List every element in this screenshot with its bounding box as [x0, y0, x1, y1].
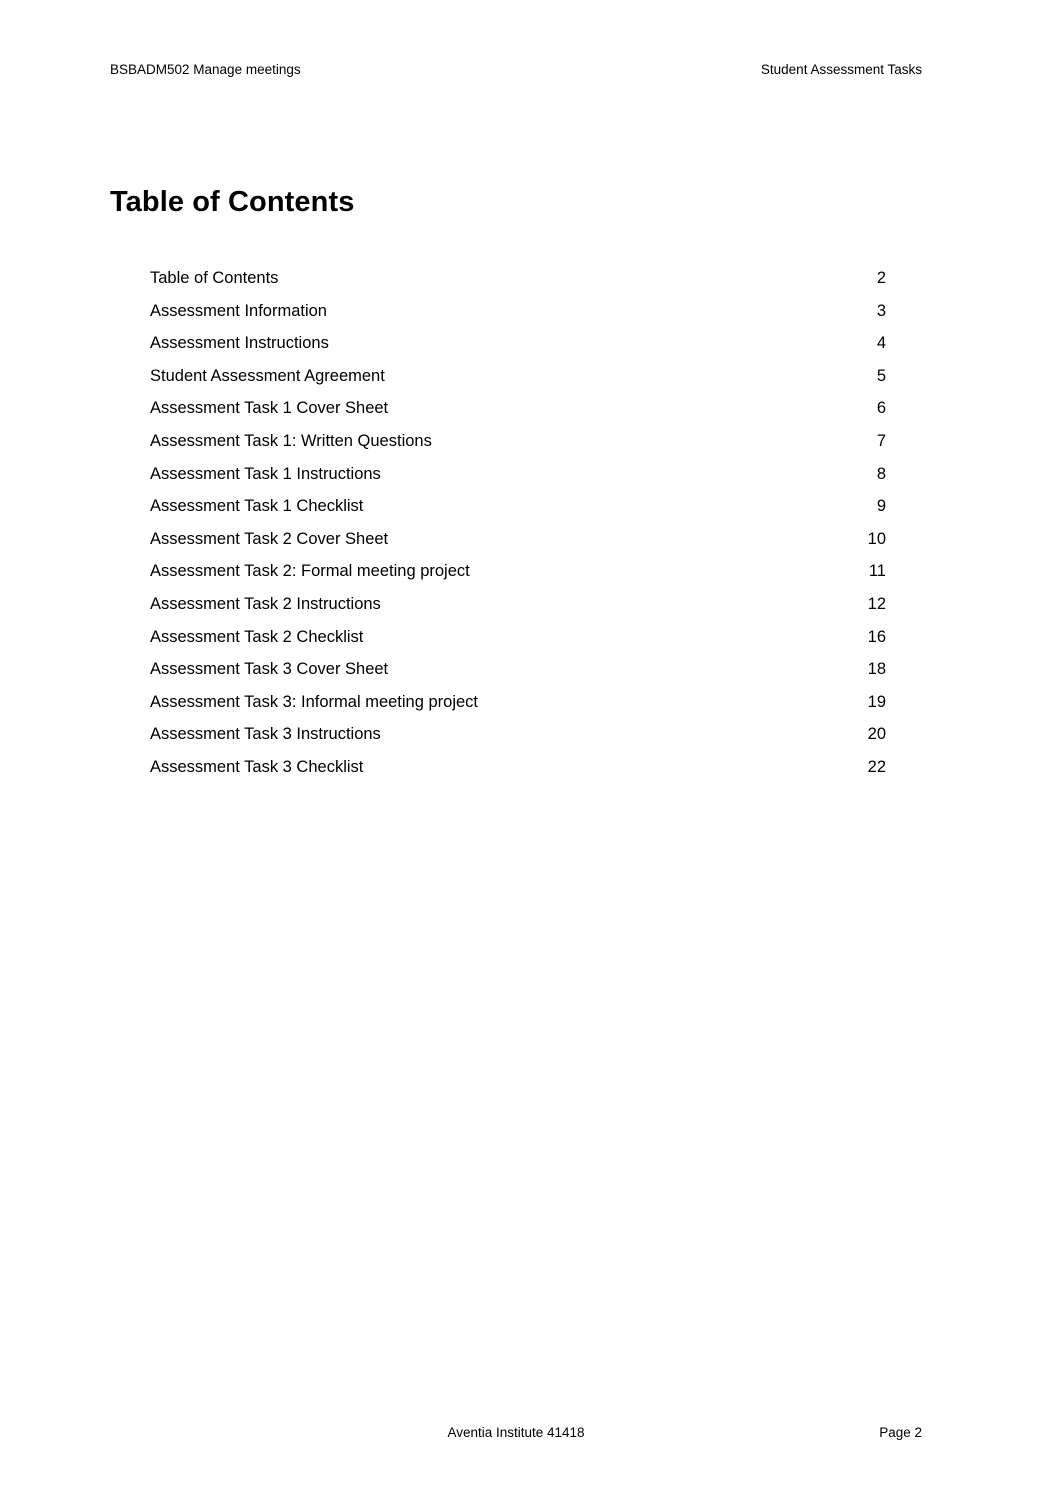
- toc-entry-title: Assessment Task 2 Instructions: [150, 594, 381, 613]
- toc-entry-page-number: 16: [867, 627, 886, 646]
- toc-entry-title: Assessment Task 3 Instructions: [150, 725, 381, 744]
- toc-entry-page-number: 7: [876, 431, 886, 450]
- toc-entry-title: Assessment Task 2 Checklist: [150, 627, 364, 646]
- page-title: Table of Contents: [110, 186, 355, 219]
- toc-entry-title: Assessment Task 1 Checklist: [150, 497, 364, 516]
- toc-entry-title: Assessment Information: [150, 301, 327, 320]
- toc-entry-title: Assessment Task 1 Cover Sheet: [150, 399, 389, 418]
- toc-entry[interactable]: Assessment Task 3: Informal meeting proj…: [150, 686, 886, 719]
- toc-entry-page-number: 9: [876, 497, 886, 516]
- toc-entry[interactable]: Assessment Task 1 Instructions 8: [150, 458, 886, 491]
- footer-institute: Aventia Institute 41418: [447, 1425, 585, 1440]
- toc-entry-page-number: 22: [867, 757, 886, 776]
- document-footer: Aventia Institute 41418 Page 2: [110, 1424, 922, 1442]
- toc-entry-title: Assessment Task 1 Instructions: [150, 464, 381, 483]
- toc-entry-title: Assessment Task 3 Cover Sheet: [150, 660, 389, 679]
- toc-entry-page-number: 4: [876, 334, 886, 353]
- toc-entry-title: Student Assessment Agreement: [150, 366, 385, 385]
- toc-entry[interactable]: Assessment Task 3 Checklist 22: [150, 751, 886, 784]
- toc-entry-title: Assessment Task 3 Checklist: [150, 757, 364, 776]
- footer-page-number: Page 2: [879, 1425, 922, 1440]
- toc-entry-title: Assessment Instructions: [150, 334, 329, 353]
- toc-entry-title: Assessment Task 3: Informal meeting proj…: [150, 692, 479, 711]
- toc-entry-page-number: 11: [868, 562, 886, 581]
- header-unit-code: BSBADM502 Manage meetings: [110, 62, 301, 77]
- toc-entry-page-number: 5: [876, 366, 886, 385]
- toc-entry-page-number: 10: [867, 529, 886, 548]
- toc-entry-page-number: 2: [876, 269, 886, 287]
- toc-entry-title: Assessment Task 2: Formal meeting projec…: [150, 562, 470, 581]
- toc-entry[interactable]: Assessment Task 2: Formal meeting projec…: [150, 555, 886, 588]
- toc-entry[interactable]: Assessment Task 2 Instructions 12: [150, 588, 886, 621]
- toc-entry-title: Assessment Task 1: Written Questions: [150, 431, 432, 450]
- toc-entry[interactable]: Table of Contents 2: [150, 262, 886, 295]
- toc-entry[interactable]: Assessment Information 3: [150, 295, 886, 328]
- toc-entry[interactable]: Assessment Task 2 Cover Sheet 10: [150, 523, 886, 556]
- toc-entry-page-number: 8: [876, 464, 886, 483]
- toc-entry-page-number: 18: [867, 660, 886, 679]
- header-document-type: Student Assessment Tasks: [760, 62, 922, 77]
- toc-entry[interactable]: Assessment Instructions 4: [150, 327, 886, 360]
- toc-entry[interactable]: Assessment Task 1 Checklist 9: [150, 490, 886, 523]
- document-page: BSBADM502 Manage meetings Student Assess…: [0, 0, 1062, 1506]
- toc-entry-title: Assessment Task 2 Cover Sheet: [150, 529, 389, 548]
- document-header: BSBADM502 Manage meetings Student Assess…: [110, 61, 922, 79]
- toc-entry-title: Table of Contents: [150, 269, 279, 287]
- toc-entry[interactable]: Student Assessment Agreement 5: [150, 360, 886, 393]
- toc-entry[interactable]: Assessment Task 1 Cover Sheet 6: [150, 392, 886, 425]
- toc-entry[interactable]: Assessment Task 3 Cover Sheet 18: [150, 653, 886, 686]
- toc-entry-page-number: 20: [867, 725, 886, 744]
- toc-entry-page-number: 19: [867, 692, 886, 711]
- toc-entry[interactable]: Assessment Task 1: Written Questions 7: [150, 425, 886, 458]
- table-of-contents: Table of Contents 2 Assessment Information…: [150, 262, 886, 784]
- toc-entry-page-number: 6: [876, 399, 886, 418]
- toc-entry-page-number: 3: [876, 301, 886, 320]
- toc-entry[interactable]: Assessment Task 2 Checklist 16: [150, 621, 886, 654]
- toc-entry[interactable]: Assessment Task 3 Instructions 20: [150, 718, 886, 751]
- toc-entry-page-number: 12: [867, 594, 886, 613]
